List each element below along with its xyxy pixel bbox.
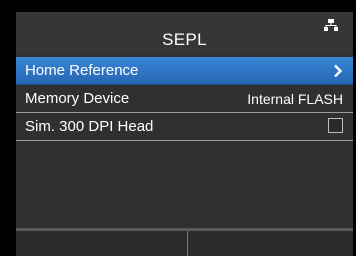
menu-item-sim-300-dpi-head[interactable]: Sim. 300 DPI Head [16,113,353,141]
menu-item-label: Sim. 300 DPI Head [25,118,154,135]
menu-item-memory-device[interactable]: Memory Device Internal FLASH [16,85,353,113]
menu-item-home-reference[interactable]: Home Reference [16,57,353,85]
settings-menu: Home Reference Memory Device Internal FL… [16,57,353,141]
menu-item-label: Home Reference [25,62,139,79]
page-title: SEPL [162,30,207,49]
sim-300-dpi-checkbox[interactable] [328,118,343,133]
softkey-right[interactable] [188,231,353,256]
network-icon [324,19,338,31]
menu-item-value: Internal FLASH [247,91,343,107]
printer-settings-screen: SEPL Home Reference Memory Device Intern… [16,12,353,256]
softkey-left[interactable] [16,231,187,256]
menu-item-label: Memory Device [25,90,130,107]
chevron-right-icon [334,64,343,78]
title-bar: SEPL [16,12,353,55]
softkey-bar [16,228,353,256]
